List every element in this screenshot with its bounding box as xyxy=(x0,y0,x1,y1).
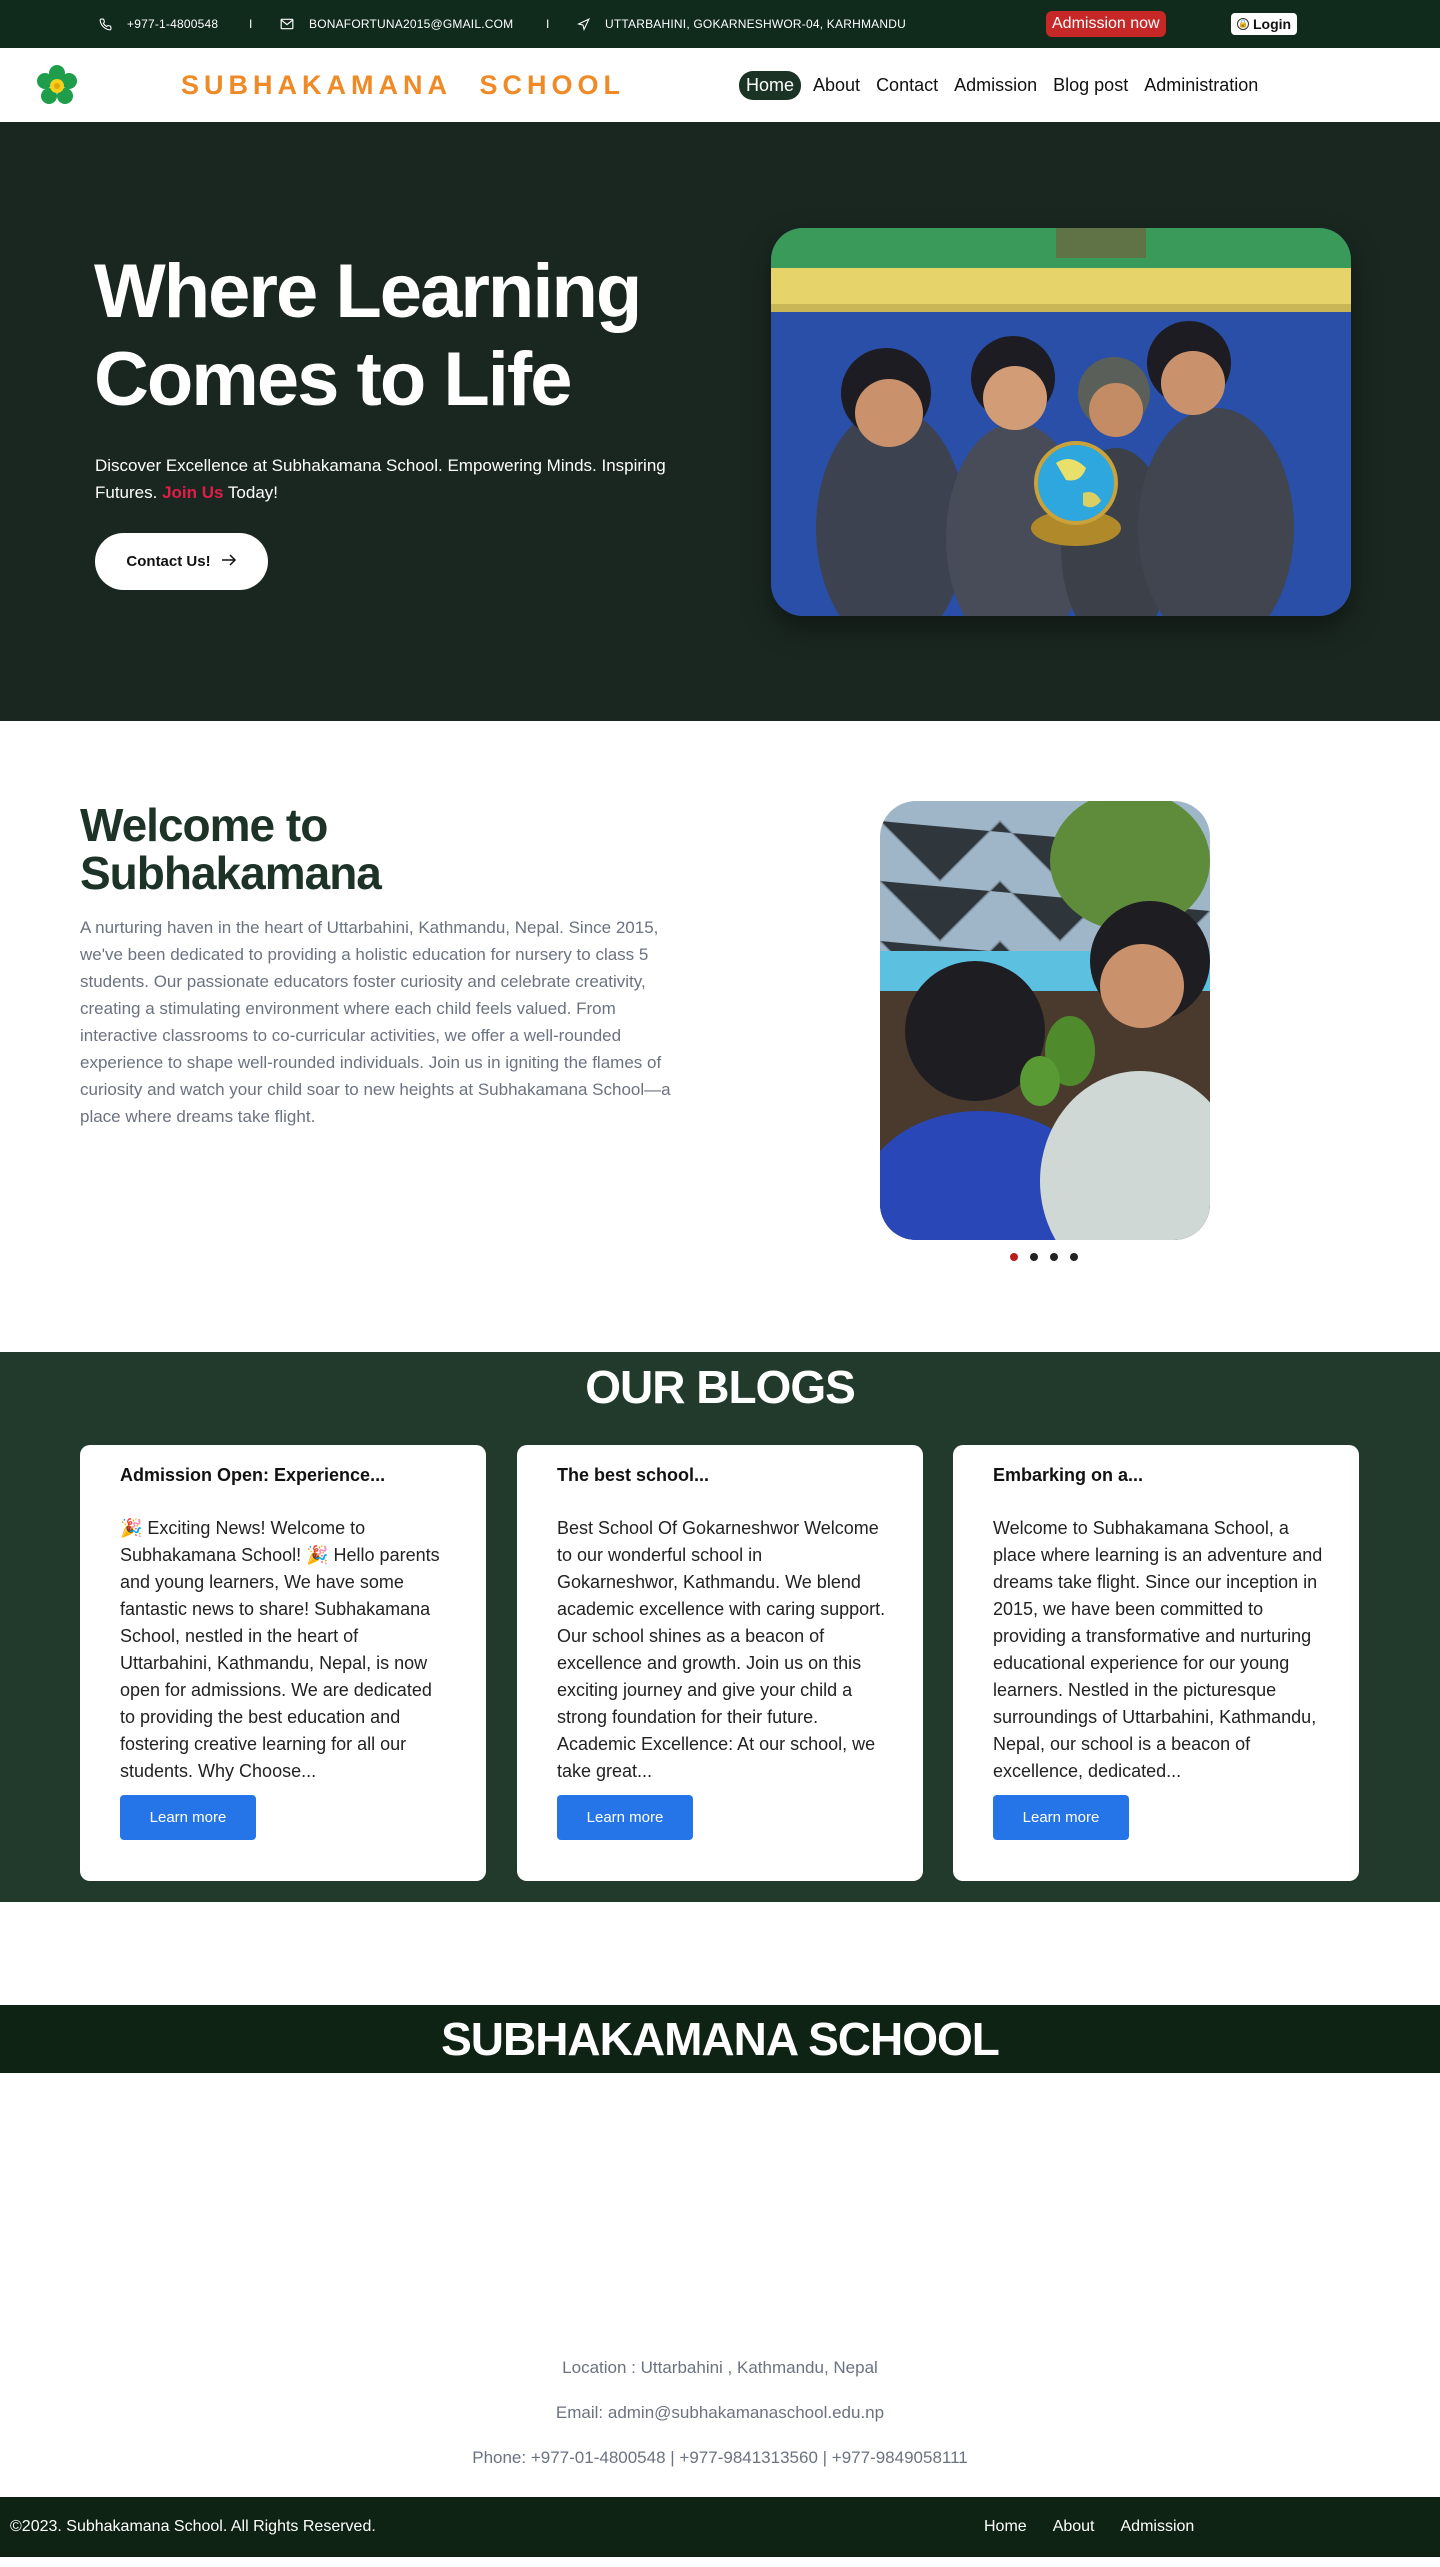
footer-phone[interactable]: Phone: +977-01-4800548 | +977-9841313560… xyxy=(0,2448,1440,2468)
hero-image-students-globe xyxy=(771,228,1351,616)
blog-card: Admission Open: Experience... 🎉 Exciting… xyxy=(80,1445,486,1881)
hero-subtitle-end: Today! xyxy=(223,483,279,502)
login-label: Login xyxy=(1253,16,1292,32)
nav-home[interactable]: Home xyxy=(739,70,802,100)
email-text: BONAFORTUNA2015@GMAIL.COM xyxy=(309,17,514,31)
blog-card-title[interactable]: The best school... xyxy=(557,1465,709,1486)
contact-us-button[interactable]: Contact Us! xyxy=(95,533,268,590)
blog-card-excerpt: Welcome to Subhakamana School, a place w… xyxy=(993,1518,1323,1781)
hero-title: Where Learning Comes to Life xyxy=(94,249,642,422)
copyright-text: ©2023. Subhakamana School. All Rights Re… xyxy=(10,2518,376,2535)
hero-section: Where Learning Comes to Life Discover Ex… xyxy=(0,122,1440,721)
main-navbar: SUBHAKAMANA SCHOOL Home About Contact Ad… xyxy=(0,48,1440,122)
separator: I xyxy=(249,17,253,31)
phone-text: +977-1-4800548 xyxy=(127,17,219,31)
admission-now-button[interactable]: Admission now xyxy=(1046,11,1166,37)
footer-location: Location : Uttarbahini , Kathmandu, Nepa… xyxy=(562,2358,878,2377)
blog-card: Embarking on a... Welcome to Subhakamana… xyxy=(953,1445,1359,1881)
carousel-dot[interactable] xyxy=(1070,1253,1078,1261)
brand-name[interactable]: SUBHAKAMANA SCHOOL xyxy=(181,48,625,122)
learn-more-button[interactable]: Learn more xyxy=(993,1795,1129,1840)
nav-contact[interactable]: Contact xyxy=(872,71,942,100)
mail-icon xyxy=(279,16,295,32)
footer-link-admission[interactable]: Admission xyxy=(1119,2516,1197,2538)
carousel-dots xyxy=(1010,1253,1078,1261)
blogs-title: OUR BLOGS xyxy=(585,1361,856,1413)
blog-card-title[interactable]: Embarking on a... xyxy=(993,1465,1143,1486)
nav-administration[interactable]: Administration xyxy=(1140,71,1262,100)
top-contact-bar: +977-1-4800548 I BONAFORTUNA2015@GMAIL.C… xyxy=(0,0,1440,48)
footer-contact-info: Location : Uttarbahini , Kathmandu, Nepa… xyxy=(0,2073,1440,2497)
footer-bottom-bar: ©2023. Subhakamana School. All Rights Re… xyxy=(0,2497,1440,2557)
blog-card-excerpt: 🎉 Exciting News! Welcome to Subhakamana … xyxy=(120,1518,440,1781)
arrow-right-icon xyxy=(221,553,237,570)
welcome-text: A nurturing haven in the heart of Uttarb… xyxy=(80,918,671,1126)
carousel-dot[interactable] xyxy=(1030,1253,1038,1261)
footer-school-name: SUBHAKAMANA SCHOOL xyxy=(0,2005,1440,2073)
login-button[interactable]: 🔒 Login xyxy=(1231,13,1298,35)
blog-card: The best school... Best School Of Gokarn… xyxy=(517,1445,923,1881)
blogs-section: OUR BLOGS Admission Open: Experience... … xyxy=(0,1352,1440,1902)
carousel-dot[interactable] xyxy=(1050,1253,1058,1261)
footer-link-home[interactable]: Home xyxy=(982,2516,1029,2538)
email-item[interactable]: BONAFORTUNA2015@GMAIL.COM xyxy=(279,0,513,48)
footer-link-about[interactable]: About xyxy=(1051,2516,1097,2538)
footer-nav: Home About Admission xyxy=(982,2497,1196,2557)
location-arrow-icon xyxy=(575,16,591,32)
address-item: UTTARBAHINI, GOKARNESHWOR-04, KARHMANDU xyxy=(575,0,906,48)
nav-blog-post[interactable]: Blog post xyxy=(1049,71,1132,100)
phone-icon xyxy=(97,16,113,32)
lock-icon: 🔒 xyxy=(1237,18,1249,30)
phone-item[interactable]: +977-1-4800548 xyxy=(97,0,218,48)
join-us-link[interactable]: Join Us xyxy=(162,483,223,502)
address-text: UTTARBAHINI, GOKARNESHWOR-04, KARHMANDU xyxy=(605,17,906,31)
learn-more-button[interactable]: Learn more xyxy=(120,1795,256,1840)
nav-about[interactable]: About xyxy=(809,71,864,100)
nav-menu: Home About Contact Admission Blog post A… xyxy=(739,48,1262,122)
nav-admission[interactable]: Admission xyxy=(950,71,1041,100)
separator: I xyxy=(546,17,550,31)
welcome-image-gardening xyxy=(880,801,1210,1240)
blog-card-title[interactable]: Admission Open: Experience... xyxy=(120,1465,385,1486)
welcome-title: Welcome to Subhakamana xyxy=(80,799,382,899)
flower-logo[interactable] xyxy=(32,61,82,111)
carousel-dot[interactable] xyxy=(1010,1253,1018,1261)
learn-more-button[interactable]: Learn more xyxy=(557,1795,693,1840)
footer-email[interactable]: Email: admin@subhakamanaschool.edu.np xyxy=(0,2403,1440,2423)
spacer xyxy=(0,1902,1440,2005)
welcome-section: Welcome to Subhakamana A nurturing haven… xyxy=(0,721,1440,1352)
blog-card-excerpt: Best School Of Gokarneshwor Welcome to o… xyxy=(557,1518,886,1781)
contact-us-label: Contact Us! xyxy=(126,553,211,570)
hero-subtitle: Discover Excellence at Subhakamana Schoo… xyxy=(95,452,695,506)
